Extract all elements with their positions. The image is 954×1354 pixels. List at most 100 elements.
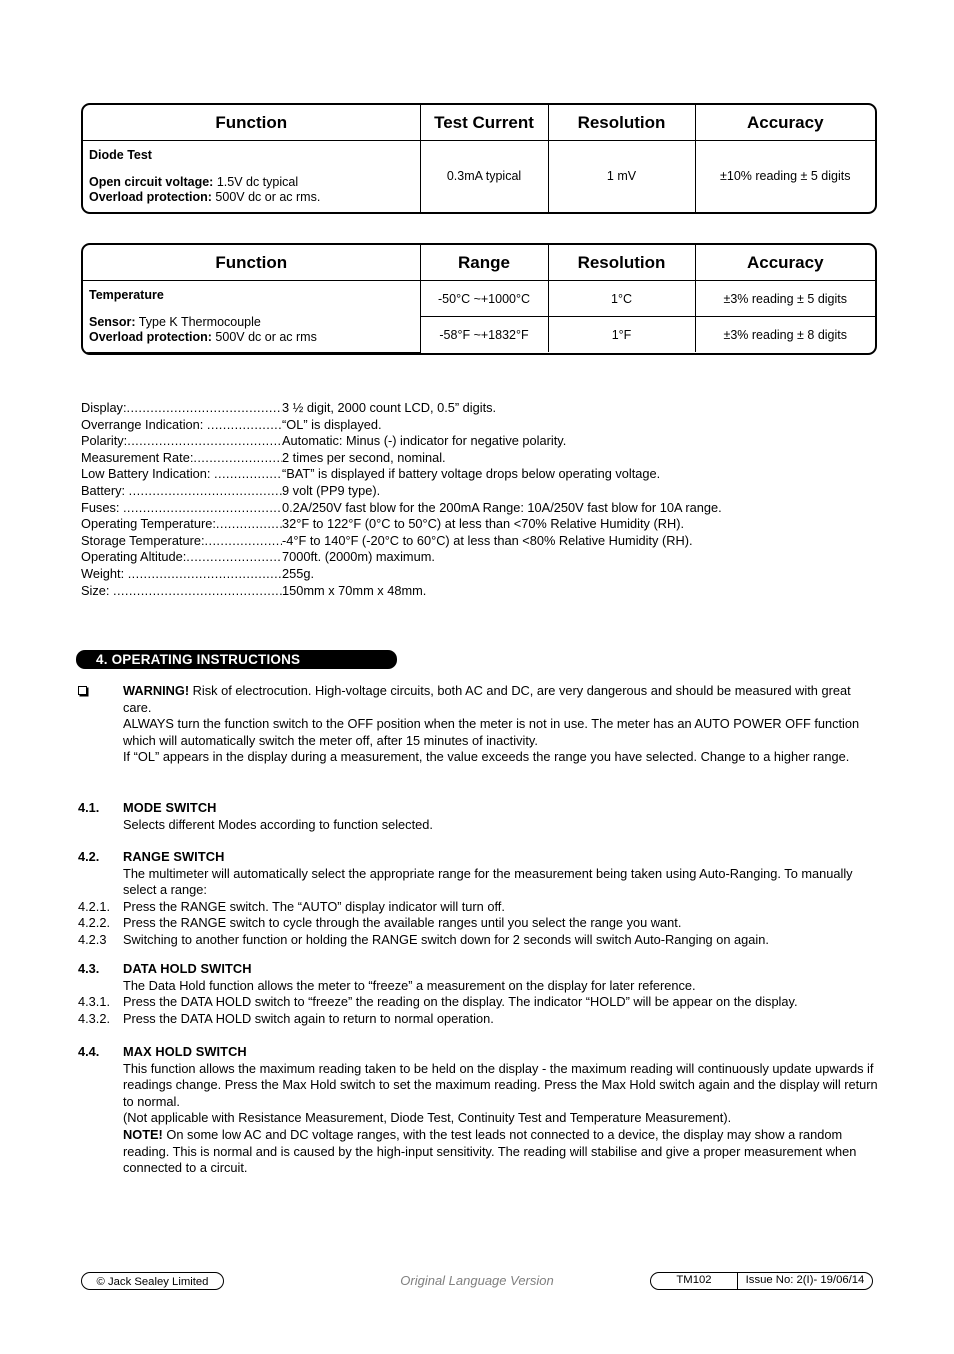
- subsection-title: MAX HOLD SWITCH: [123, 1044, 247, 1059]
- cell-accuracy: ±3% reading ± 5 digits: [694, 279, 875, 318]
- subsection-body: Selects different Modes according to fun…: [123, 816, 433, 832]
- warning-label: WARNING!: [123, 683, 190, 698]
- subsection-item: 4.2.3 Switching to another function or h…: [78, 932, 878, 949]
- subsection-heading: 4.4. MAX HOLD SWITCH: [78, 1044, 878, 1061]
- spec-label: Measurement Rate:: [81, 449, 194, 465]
- spec-value: 9 volt (PP9 type).: [282, 482, 381, 498]
- table-header-row: Function Range Resolution Accuracy: [83, 245, 875, 281]
- spec-label: Battery:: [81, 482, 129, 498]
- note-label: NOTE!: [123, 1126, 163, 1142]
- spec-value: 32°F to 122°F (0°C to 50°C) at less than…: [282, 516, 685, 532]
- item-number: 4.2.3: [78, 931, 107, 947]
- overload-protection-label: Overload protection:: [89, 330, 212, 344]
- issue-number: Issue No: 2(I)- 19/06/14: [745, 1274, 865, 1286]
- item-text: Switching to another function or holding…: [123, 931, 769, 947]
- subsection-number: 4.1.: [78, 800, 100, 815]
- spec-value: -4°F to 140°F (-20°C to 60°C) at less th…: [282, 532, 693, 548]
- spec-label: Weight:: [81, 565, 128, 581]
- subsection-number: 4.4.: [78, 1044, 100, 1059]
- warning-block: WARNING! Risk of electrocution. High-vol…: [78, 683, 878, 766]
- dot-leader: ........................................…: [113, 582, 282, 598]
- function-title: Temperature: [89, 288, 164, 302]
- item-number: 4.2.2.: [78, 915, 111, 931]
- subsection-item: 4.3.2. Press the DATA HOLD switch again …: [78, 1011, 878, 1028]
- page-footer: © Jack Sealey Limited Original Language …: [0, 1272, 954, 1298]
- spec-value: 3 ½ digit, 2000 count LCD, 0.5” digits.: [282, 400, 497, 415]
- cell-test-current: 0.3mA typical: [419, 140, 549, 212]
- dot-leader: ........................................…: [186, 549, 282, 565]
- subsection-heading: 4.2. RANGE SWITCH: [78, 849, 878, 866]
- spec-label: Operating Altitude:: [81, 549, 187, 565]
- spec-label: Size:: [81, 582, 114, 598]
- spec-value: “OL” is displayed.: [282, 416, 382, 432]
- column-header-range: Range: [419, 245, 549, 281]
- function-description-cell: Diode Test Open circuit voltage: 1.5V dc…: [83, 140, 421, 212]
- spec-label: Operating Temperature:: [81, 516, 216, 532]
- subsection-data-hold-switch: 4.3. DATA HOLD SWITCH The Data Hold func…: [78, 961, 878, 1027]
- subsection-mode-switch: 4.1. MODE SWITCH Selects different Modes…: [78, 800, 878, 833]
- subsection-number: 4.3.: [78, 961, 100, 976]
- spec-item: Polarity:...............................…: [81, 433, 871, 450]
- spec-item: Display:................................…: [81, 400, 871, 417]
- model-issue-box: TM102 Issue No: 2(I)- 19/06/14: [650, 1272, 873, 1290]
- function-description-cell: Temperature Sensor: Type K Thermocouple …: [83, 280, 421, 353]
- sensor-label: Sensor:: [89, 314, 136, 329]
- spec-value: 150mm x 70mm x 48mm.: [282, 582, 427, 598]
- temperature-spec-table: Function Range Resolution Accuracy Tempe…: [81, 243, 877, 355]
- spec-label: Polarity:: [81, 433, 128, 449]
- subsection-note: NOTE! On some low AC and DC voltage rang…: [123, 1127, 878, 1177]
- spec-label: Overrange Indication:: [81, 416, 207, 432]
- overload-protection-value: 500V dc or ac rms: [211, 330, 317, 344]
- spec-value: 2 times per second, nominal.: [282, 449, 446, 465]
- spec-item: Low Battery Indication: ................…: [81, 466, 871, 483]
- dot-leader: ........................................…: [214, 466, 282, 482]
- column-header-accuracy: Accuracy: [694, 245, 875, 281]
- subsection-body-secondary: (Not applicable with Resistance Measurem…: [123, 1110, 732, 1126]
- dot-leader: ........................................…: [128, 482, 282, 498]
- item-text: Press the RANGE switch. The “AUTO” displ…: [123, 898, 505, 914]
- dot-leader: ........................................…: [206, 416, 282, 432]
- subsection-body: The Data Hold function allows the meter …: [123, 977, 696, 993]
- spec-value: 0.2A/250V fast blow for the 200mA Range:…: [282, 499, 722, 515]
- spec-value: “BAT” is displayed if battery voltage dr…: [282, 466, 661, 482]
- subsection-heading: 4.1. MODE SWITCH: [78, 800, 878, 817]
- table-row: Temperature Sensor: Type K Thermocouple …: [83, 279, 875, 353]
- item-number: 4.3.1.: [78, 994, 111, 1010]
- subsection-title: RANGE SWITCH: [123, 849, 225, 864]
- subsection-max-hold-switch: 4.4. MAX HOLD SWITCH This function allow…: [78, 1044, 878, 1177]
- subsection-body: The multimeter will automatically select…: [123, 865, 853, 898]
- warning-paragraph-1: WARNING! Risk of electrocution. High-vol…: [123, 683, 878, 716]
- dot-leader: ........................................…: [122, 499, 282, 515]
- square-bullet-icon: [78, 686, 87, 695]
- column-header-accuracy: Accuracy: [694, 105, 875, 141]
- column-header-test-current: Test Current: [419, 105, 549, 141]
- spec-value: 7000ft. (2000m) maximum.: [282, 549, 435, 565]
- cell-accuracy: ±10% reading ± 5 digits: [694, 140, 875, 212]
- spec-item: Overrange Indication: ..................…: [81, 417, 871, 434]
- dot-leader: ........................................…: [215, 516, 282, 532]
- spec-item: Battery: ...............................…: [81, 483, 871, 500]
- overload-protection-label: Overload protection:: [89, 190, 212, 204]
- dot-leader: ........................................…: [126, 400, 282, 415]
- spec-label: Display:: [81, 400, 127, 415]
- sensor-value: Type K Thermocouple: [135, 314, 261, 329]
- item-number: 4.3.2.: [78, 1010, 111, 1026]
- spec-item: Measurement Rate:.......................…: [81, 450, 871, 467]
- dot-leader: ........................................…: [204, 532, 282, 548]
- subsection-range-switch: 4.2. RANGE SWITCH The multimeter will au…: [78, 849, 878, 949]
- model-number: TM102: [651, 1273, 738, 1289]
- warning-paragraph-3: If “OL” appears in the display during a …: [123, 749, 850, 765]
- column-header-function: Function: [83, 245, 421, 281]
- subsection-number: 4.2.: [78, 849, 100, 864]
- table-header-row: Function Test Current Resolution Accurac…: [83, 105, 875, 141]
- subsection-title: MODE SWITCH: [123, 800, 217, 815]
- cell-resolution: 1°C: [547, 279, 696, 318]
- open-circuit-voltage-label: Open circuit voltage:: [89, 174, 214, 189]
- dot-leader: ........................................…: [127, 433, 282, 449]
- table-row: Diode Test Open circuit voltage: 1.5V dc…: [83, 140, 875, 212]
- item-number: 4.2.1.: [78, 898, 111, 914]
- warning-text: WARNING! Risk of electrocution. High-vol…: [123, 683, 878, 766]
- diode-test-spec-table: Function Test Current Resolution Accurac…: [81, 103, 877, 214]
